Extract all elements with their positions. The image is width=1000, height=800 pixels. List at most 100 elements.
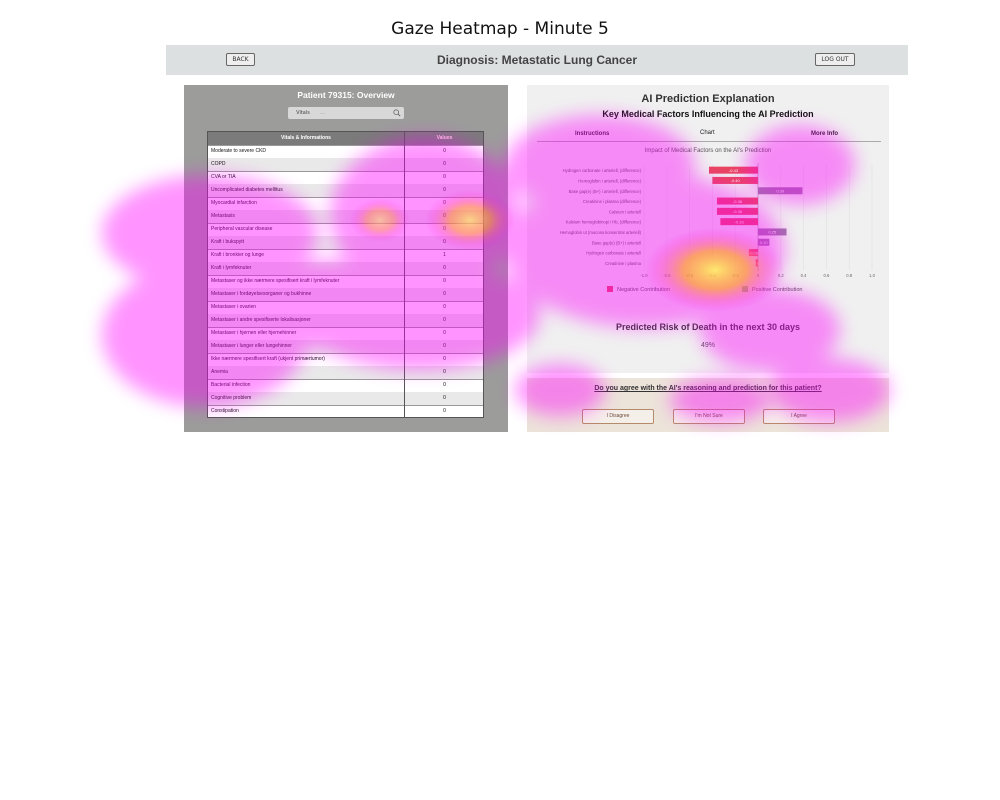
legend-swatch-positive — [742, 286, 748, 292]
row-label: CVA or TIA — [211, 174, 236, 180]
logout-button[interactable]: LOG OUT — [815, 53, 855, 66]
row-value: 0 — [404, 275, 483, 288]
bar-value-label: -0.36 — [733, 199, 743, 204]
legend-label-positive: Positive Contribution — [752, 287, 802, 293]
x-tick-label: -1.0 — [640, 273, 648, 278]
category-label: Calsium i arteriell — [609, 209, 641, 214]
table-row: Metastaser i fordøyelsesorganer og bukhi… — [208, 288, 483, 302]
x-tick-label: 0 — [757, 273, 760, 278]
category-label: Kalsium hemoglobinopi i Hb, (difference) — [566, 220, 642, 225]
patient-title: Patient 79315: Overview — [297, 90, 395, 100]
row-value: 0 — [404, 405, 483, 417]
bar-value-label: -0.43 — [729, 168, 739, 173]
table-row: Constipation 0 — [208, 405, 483, 417]
x-tick-label: -0.2 — [732, 273, 740, 278]
table-row: Metastaser i andre spesifiserte lokalisa… — [208, 314, 483, 328]
search-bar[interactable]: Vitals ... — [288, 107, 404, 119]
category-label: Hemoglobin ut (mucosa konsentrat arterie… — [560, 230, 642, 235]
search-category-select[interactable]: Vitals — [288, 107, 318, 119]
bar-value-label: -0.33 — [735, 219, 745, 224]
bar-value-label: 0.25 — [768, 230, 777, 235]
risk-title: Predicted Risk of Death in the next 30 d… — [615, 322, 801, 332]
row-label: Bacterial infection — [211, 382, 251, 388]
table-header: Vitals & Informations Values — [208, 132, 483, 146]
not-sure-button[interactable]: I'm Not Sure — [673, 409, 745, 424]
row-value: 0 — [404, 327, 483, 340]
row-label: Kraft i bronkier og lunge — [211, 252, 265, 258]
risk-value: 49% — [700, 342, 715, 349]
ai-panel-title: AI Prediction Explanation — [641, 93, 775, 105]
x-tick-label: -0.4 — [709, 273, 717, 278]
table-row: Moderate to severe CKD 0 — [208, 145, 483, 159]
table-row: Cognitive problem 0 — [208, 392, 483, 406]
row-value: 0 — [404, 210, 483, 223]
category-label: Base gap(e) (B+) i arteriell — [592, 240, 641, 245]
row-label: Moderate to severe CKD — [211, 148, 267, 154]
ai-panel-subtitle: Key Medical Factors Influencing the AI P… — [602, 109, 814, 119]
tab-more-info[interactable]: More Info — [811, 131, 838, 137]
top-bar: BACK Diagnosis: Metastatic Lung Cancer L… — [166, 45, 908, 75]
row-value: 0 — [404, 379, 483, 392]
category-label: Hydrogen carbonate i arteriell, (differe… — [563, 168, 642, 173]
row-value: 0 — [404, 171, 483, 184]
chart-title: Impact of Medical Factors on the AI's Pr… — [644, 148, 772, 154]
x-tick-label: 0.8 — [846, 273, 852, 278]
row-value: 0 — [404, 288, 483, 301]
row-value: 0 — [404, 392, 483, 405]
row-label: Metastaser i ovarien — [211, 304, 257, 310]
row-label: Peripheral vascular disease — [211, 226, 273, 232]
x-tick-label: 0.4 — [801, 273, 807, 278]
x-tick-label: 0.6 — [823, 273, 829, 278]
row-label: Metastaser og ikke nærmere spesifisert k… — [211, 278, 340, 284]
table-row: Peripheral vascular disease 0 — [208, 223, 483, 237]
table-row: Kraft i bronkier og lunge 1 — [208, 249, 483, 263]
row-label: COPD — [211, 161, 226, 167]
bar-value-label: -0.08 — [749, 250, 759, 255]
table-row: Metastaser i hjernen eller hjernehinner 0 — [208, 327, 483, 341]
row-label: Cognitive problem — [211, 395, 252, 401]
row-value: 0 — [404, 158, 483, 171]
bar-value-label: -0.40 — [731, 178, 741, 183]
agree-button[interactable]: I Agree — [763, 409, 835, 424]
x-tick-label: 1.0 — [869, 273, 875, 278]
table-row: Anemia 0 — [208, 366, 483, 380]
row-label: Ikke nærmere spesifisert kraft (ukjent p… — [211, 356, 325, 362]
table-row: Ikke nærmere spesifisert kraft (ukjent p… — [208, 353, 483, 367]
disagree-button[interactable]: I Disagree — [582, 409, 654, 424]
table-row: Bacterial infection 0 — [208, 379, 483, 393]
patient-panel: Patient 79315: Overview Vitals ... Vital… — [184, 85, 508, 432]
category-label: Creatinine i plasma — [605, 261, 642, 266]
legend-swatch-negative — [607, 286, 613, 292]
category-label: Hydrogen carbonate i arteriell — [586, 251, 641, 256]
row-value: 0 — [404, 366, 483, 379]
table-row: Myocardial infarction 0 — [208, 197, 483, 211]
search-icon[interactable] — [393, 109, 401, 117]
ai-explanation-panel: AI Prediction Explanation Key Medical Fa… — [527, 85, 889, 373]
table-row: Metastaser i lunger eller lungehinner 0 — [208, 340, 483, 354]
tab-chart[interactable]: Chart — [700, 130, 715, 136]
row-label: Metastaser i fordøyelsesorganer og bukhi… — [211, 291, 312, 297]
row-label: Uncomplicated diabetes mellitus — [211, 187, 283, 193]
row-value: 0 — [404, 236, 483, 249]
bar-value-label: 0.39 — [776, 188, 785, 193]
row-label: Metastasis — [211, 213, 235, 219]
row-label: Kraft i lymfeknuter — [211, 265, 252, 271]
row-label: Metastaser i hjernen eller hjernehinner — [211, 330, 297, 336]
row-label: Constipation — [211, 408, 239, 414]
column-header-values: Values — [404, 132, 483, 145]
table-row: Uncomplicated diabetes mellitus 0 — [208, 184, 483, 198]
bar-value-label: 0.10 — [760, 240, 769, 245]
tab-instructions[interactable]: Instructions — [575, 131, 609, 137]
row-value: 0 — [404, 223, 483, 236]
table-row: CVA or TIA 0 — [208, 171, 483, 185]
row-value: 0 — [404, 262, 483, 275]
search-input[interactable]: ... — [320, 107, 390, 119]
row-label: Myocardial infarction — [211, 200, 257, 206]
x-tick-label: -0.6 — [686, 273, 694, 278]
vitals-table[interactable]: Vitals & Informations Values Moderate to… — [207, 131, 484, 418]
row-value: 0 — [404, 314, 483, 327]
table-row: Metastasis 0 — [208, 210, 483, 224]
tab-divider — [537, 141, 881, 142]
x-tick-label: 0.2 — [778, 273, 784, 278]
row-value: 1 — [404, 249, 483, 262]
